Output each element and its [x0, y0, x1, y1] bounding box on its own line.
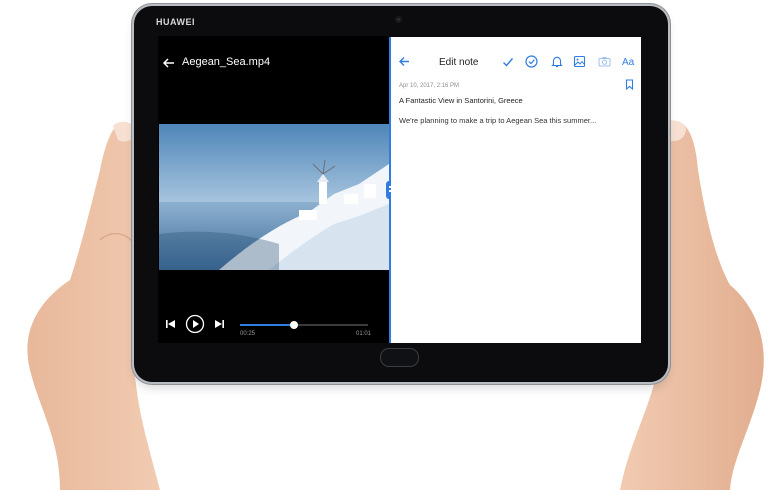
seek-bar-progress [240, 324, 294, 326]
seek-bar[interactable] [240, 321, 368, 329]
camera-icon[interactable] [598, 56, 611, 67]
front-camera [395, 16, 402, 23]
play-icon [185, 314, 205, 334]
bookmark-icon[interactable] [625, 79, 634, 90]
notes-title: Edit note [439, 57, 479, 68]
video-title: Aegean_Sea.mp4 [182, 56, 271, 68]
checkmark-icon[interactable] [502, 56, 514, 68]
time-total: 01:01 [356, 331, 372, 337]
skip-next-icon[interactable] [213, 318, 225, 330]
checklist-icon[interactable] [525, 55, 538, 68]
play-button[interactable] [185, 314, 205, 334]
brand-logo: HUAWEI [156, 17, 195, 27]
skip-previous-icon[interactable] [165, 318, 177, 330]
back-arrow-icon[interactable] [161, 55, 177, 71]
video-frame[interactable] [159, 124, 389, 270]
home-button[interactable] [380, 348, 419, 367]
note-date: Apr 10, 2017, 2:16 PM [399, 83, 460, 89]
image-icon[interactable] [573, 55, 586, 68]
note-body[interactable]: We're planning to make a trip to Aegean … [399, 116, 596, 125]
bell-icon[interactable] [551, 55, 563, 68]
note-heading[interactable]: A Fantastic View in Santorini, Greece [399, 96, 523, 105]
time-current: 00:25 [240, 331, 256, 337]
back-arrow-icon[interactable] [398, 55, 411, 68]
text-format-button[interactable]: Aa [622, 57, 634, 68]
seek-bar-thumb[interactable] [289, 321, 298, 329]
